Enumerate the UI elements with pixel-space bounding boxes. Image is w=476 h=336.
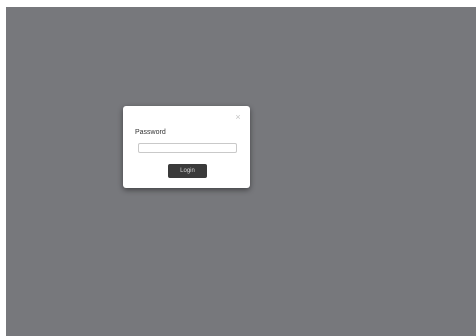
- login-button[interactable]: Login: [168, 164, 207, 178]
- page: × Password Login: [0, 0, 476, 336]
- login-dialog: × Password Login: [123, 106, 250, 188]
- password-field[interactable]: [138, 143, 237, 153]
- password-label: Password: [135, 129, 166, 136]
- close-icon[interactable]: ×: [234, 112, 242, 122]
